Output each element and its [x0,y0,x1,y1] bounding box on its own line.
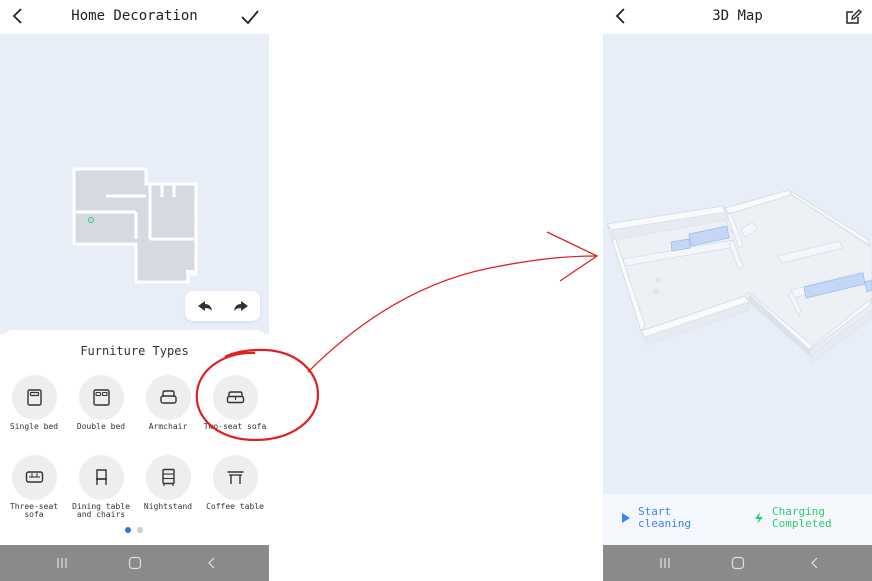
page-dot-active[interactable] [125,527,131,533]
recents-icon [660,558,670,568]
undo-icon [198,301,212,311]
redo-button[interactable] [231,296,251,316]
back-icon [208,557,215,569]
nav-back-button[interactable] [205,555,219,574]
home-button[interactable] [731,555,745,574]
home-button[interactable] [128,555,142,574]
furniture-label: Single bed [9,422,59,431]
nav-back-button[interactable] [808,555,822,574]
nightstand-icon [161,468,175,486]
furniture-label: Dining table and chairs [72,502,130,519]
redo-icon [234,301,248,311]
system-nav-bar [603,545,872,581]
start-cleaning-button[interactable]: Start cleaning [621,506,731,530]
furniture-sheet: Furniture Types Single bed Double bed Ar… [0,330,269,545]
confirm-button[interactable] [239,6,261,28]
furniture-label: Armchair [148,422,188,431]
furniture-dining-table-chairs[interactable]: Dining table and chairs [69,455,133,519]
back-icon [811,557,818,569]
furniture-double-bed[interactable]: Double bed [69,375,133,431]
furniture-nightstand[interactable]: Nightstand [136,455,200,511]
furniture-label: Two-seat sofa [203,422,267,431]
furniture-coffee-table[interactable]: Coffee table [203,455,267,511]
dining-chair-icon [95,469,107,485]
charging-label: Charging Completed [772,505,832,530]
three-seat-sofa-icon [25,471,43,483]
home-icon [128,556,142,570]
top-bar: Home Decoration [0,0,269,34]
edit-icon [846,9,862,24]
floor-plan [72,167,198,284]
home-decoration-screen: Home Decoration Furniture Types Single b… [0,0,269,581]
undo-redo-panel [185,291,260,321]
arrow-head [546,231,599,282]
single-bed-icon [26,389,42,406]
page-title: 3D Map [712,8,763,24]
page-title: Home Decoration [71,8,198,24]
3d-map-view[interactable] [603,34,872,494]
3d-floor-model [606,189,872,365]
recents-icon [57,558,67,568]
edit-button[interactable] [842,6,864,28]
arrow-line [307,255,598,373]
furniture-three-seat-sofa[interactable]: Three-seat sofa [2,455,66,519]
undo-button[interactable] [195,296,215,316]
furniture-label: Double bed [76,422,126,431]
furniture-label: Three-seat sofa [9,502,59,519]
recents-button[interactable] [55,555,69,574]
page-dot[interactable] [137,527,143,533]
floor-map-area[interactable] [0,34,269,334]
furniture-armchair[interactable]: Armchair [136,375,200,431]
charging-status: Charging Completed [753,506,863,530]
double-bed-icon [92,389,110,406]
robot-status-bar: Start cleaning Charging Completed [603,494,872,545]
furniture-single-bed[interactable]: Single bed [2,375,66,431]
home-icon [731,556,745,570]
armchair-icon [159,390,177,404]
recents-button[interactable] [658,555,672,574]
furniture-label: Coffee table [206,502,264,511]
top-bar: 3D Map [603,0,872,34]
two-seat-sofa-icon [226,391,244,404]
sheet-title: Furniture Types [80,344,189,358]
furniture-label: Nightstand [143,502,193,511]
play-icon [622,513,630,523]
start-cleaning-label: Start cleaning [638,505,691,530]
lightning-icon [755,512,763,524]
system-nav-bar [0,545,269,581]
furniture-two-seat-sofa[interactable]: Two-seat sofa [203,375,267,431]
check-icon [241,10,259,25]
page-indicator [125,518,149,537]
3d-map-screen: 3D Map Start cleaning Charging Completed [603,0,872,581]
coffee-table-icon [227,471,243,484]
